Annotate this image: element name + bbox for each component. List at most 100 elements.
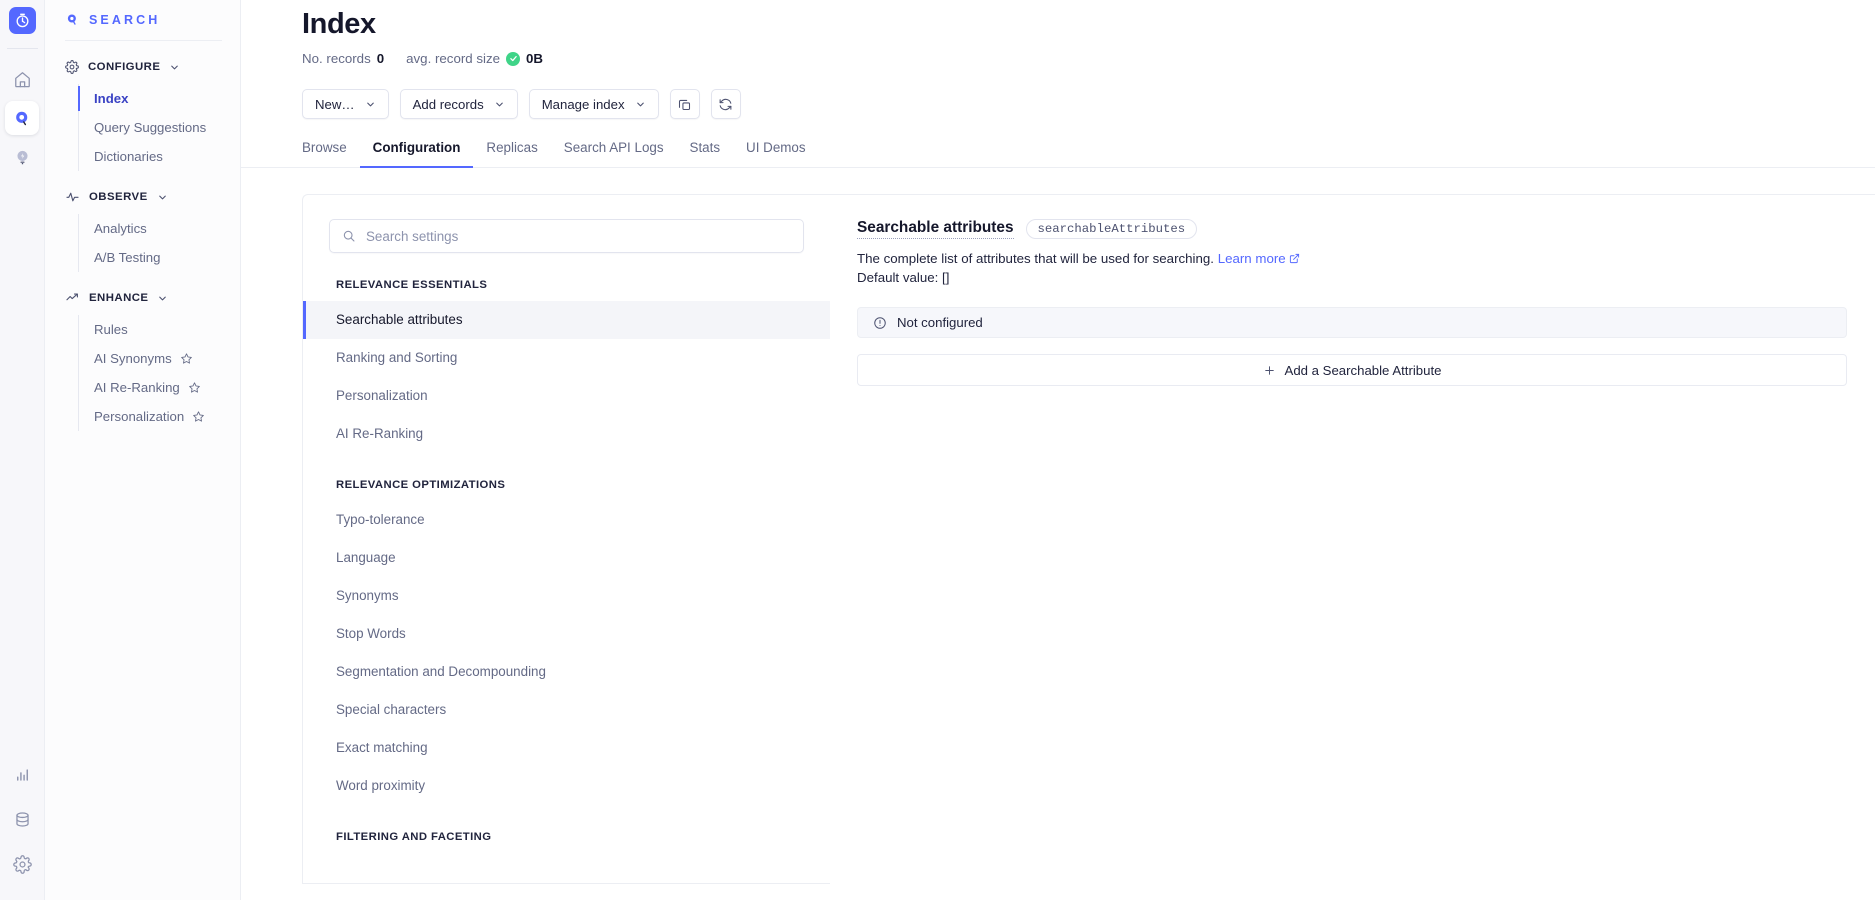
add-records-button[interactable]: Add records bbox=[399, 89, 518, 119]
add-searchable-attribute-label: Add a Searchable Attribute bbox=[1284, 362, 1442, 378]
refresh-icon bbox=[718, 97, 733, 112]
setting-detail-header: Searchable attributes searchableAttribut… bbox=[857, 219, 1847, 239]
algolia-logo-icon[interactable] bbox=[8, 7, 36, 34]
settings-search-input[interactable] bbox=[366, 228, 791, 244]
sidebar-group-header-observe[interactable]: OBSERVE bbox=[45, 190, 240, 204]
settings-section-title: RELEVANCE ESSENTIALS bbox=[336, 279, 488, 291]
setting-item-language[interactable]: Language bbox=[303, 539, 830, 577]
setting-item-synonyms[interactable]: Synonyms bbox=[303, 577, 830, 615]
avg-size-value: 0B bbox=[526, 51, 543, 66]
check-circle-icon bbox=[506, 51, 520, 66]
setting-item-word-proximity[interactable]: Word proximity bbox=[303, 767, 830, 805]
learn-more-link[interactable]: Learn more bbox=[1218, 251, 1286, 266]
chevron-down-icon bbox=[365, 99, 376, 110]
tab-configuration[interactable]: Configuration bbox=[359, 140, 474, 168]
setting-detail-description-text: The complete list of attributes that wil… bbox=[857, 251, 1214, 266]
setting-item-searchable-attributes[interactable]: Searchable attributes bbox=[303, 301, 830, 339]
star-icon[interactable] bbox=[188, 381, 201, 394]
setting-item-personalization[interactable]: Personalization bbox=[303, 377, 830, 415]
sidebar-item-ai-synonyms[interactable]: AI Synonyms bbox=[79, 344, 240, 373]
chevron-down-icon[interactable] bbox=[169, 62, 180, 73]
settings-panel: RELEVANCE ESSENTIALS Searchable attribut… bbox=[302, 194, 830, 884]
manage-index-button[interactable]: Manage index bbox=[528, 89, 659, 119]
sidebar-item-query-suggestions[interactable]: Query Suggestions bbox=[79, 113, 240, 142]
app-root: SEARCH CONFIGURE Index Query Suggestions… bbox=[0, 0, 1875, 900]
trend-up-icon bbox=[65, 291, 80, 305]
setting-item-stop-words[interactable]: Stop Words bbox=[303, 615, 830, 653]
setting-detail-description: The complete list of attributes that wil… bbox=[857, 249, 1847, 269]
sidebar-item-label: AI Synonyms bbox=[94, 351, 172, 366]
setting-item-exact-matching[interactable]: Exact matching bbox=[303, 729, 830, 767]
sidebar-item-analytics[interactable]: Analytics bbox=[79, 214, 240, 243]
sidebar-item-label: Analytics bbox=[94, 221, 147, 236]
gear-icon bbox=[65, 60, 79, 74]
sidebar-group-header-configure[interactable]: CONFIGURE bbox=[45, 60, 240, 74]
sidebar-item-dictionaries[interactable]: Dictionaries bbox=[79, 142, 240, 171]
setting-item-special-characters[interactable]: Special characters bbox=[303, 691, 830, 729]
rail-item-recommend[interactable] bbox=[5, 140, 39, 174]
tab-stats[interactable]: Stats bbox=[677, 140, 734, 168]
copy-button[interactable] bbox=[669, 89, 700, 119]
sidebar-items-enhance: Rules AI Synonyms AI Re-Ranking Personal… bbox=[78, 315, 240, 431]
sidebar-item-ab-testing[interactable]: A/B Testing bbox=[79, 243, 240, 272]
search-icon bbox=[342, 229, 356, 243]
new-button[interactable]: New… bbox=[302, 89, 389, 119]
rail-item-home[interactable] bbox=[5, 62, 39, 96]
add-searchable-attribute-button[interactable]: Add a Searchable Attribute bbox=[857, 354, 1847, 386]
rail-divider bbox=[6, 48, 38, 49]
new-button-label: New… bbox=[315, 96, 355, 112]
configuration-content: RELEVANCE ESSENTIALS Searchable attribut… bbox=[241, 168, 1875, 884]
sidebar-group-header-enhance[interactable]: ENHANCE bbox=[45, 291, 240, 305]
rail-item-settings[interactable] bbox=[6, 847, 40, 881]
chevron-down-icon[interactable] bbox=[157, 192, 168, 203]
index-stats: No. records 0 avg. record size 0B bbox=[302, 51, 1875, 66]
sidebar-group-configure: CONFIGURE Index Query Suggestions Dictio… bbox=[45, 60, 240, 171]
avg-size-label: avg. record size bbox=[406, 51, 500, 66]
pulse-icon bbox=[65, 190, 80, 204]
sidebar-items-configure: Index Query Suggestions Dictionaries bbox=[78, 84, 240, 171]
setting-item-ai-re-ranking[interactable]: AI Re-Ranking bbox=[303, 415, 830, 453]
chevron-down-icon bbox=[635, 99, 646, 110]
sidebar-item-index[interactable]: Index bbox=[78, 84, 240, 113]
setting-detail-title: Searchable attributes bbox=[857, 219, 1014, 239]
rail-item-analytics[interactable] bbox=[6, 757, 40, 791]
rail-bottom-group bbox=[0, 757, 45, 886]
manage-index-button-label: Manage index bbox=[541, 96, 625, 112]
tab-replicas[interactable]: Replicas bbox=[473, 140, 550, 168]
star-icon[interactable] bbox=[180, 352, 193, 365]
sidebar-item-label: Personalization bbox=[94, 409, 185, 424]
sidebar-group-label: OBSERVE bbox=[89, 191, 148, 203]
sidebar-group-enhance: ENHANCE Rules AI Synonyms AI Re-Ranking bbox=[45, 291, 240, 431]
external-link-icon[interactable] bbox=[1289, 253, 1300, 264]
rail-item-search[interactable] bbox=[5, 101, 39, 135]
settings-section-title: FILTERING AND FACETING bbox=[336, 831, 492, 843]
sidebar-item-personalization[interactable]: Personalization bbox=[79, 402, 240, 431]
info-circle-icon bbox=[873, 316, 887, 330]
settings-search-box[interactable] bbox=[329, 219, 804, 253]
setting-detail-default: Default value: [] bbox=[857, 270, 950, 285]
copy-icon bbox=[677, 97, 692, 112]
sidebar-item-ai-re-ranking[interactable]: AI Re-Ranking bbox=[79, 373, 240, 402]
sidebar-item-label: Rules bbox=[94, 322, 128, 337]
sidebar-item-rules[interactable]: Rules bbox=[79, 315, 240, 344]
sidebar-brand-label: SEARCH bbox=[89, 13, 161, 27]
status-badge-label: Not configured bbox=[897, 315, 983, 330]
sidebar-group-observe: OBSERVE Analytics A/B Testing bbox=[45, 190, 240, 272]
add-records-button-label: Add records bbox=[412, 96, 484, 112]
rail-item-data-sources[interactable] bbox=[6, 802, 40, 836]
tab-browse[interactable]: Browse bbox=[302, 140, 360, 168]
tab-ui-demos[interactable]: UI Demos bbox=[733, 140, 819, 168]
sidebar-brand[interactable]: SEARCH bbox=[45, 0, 240, 40]
setting-item-ranking-and-sorting[interactable]: Ranking and Sorting bbox=[303, 339, 830, 377]
setting-item-segmentation-and-decompounding[interactable]: Segmentation and Decompounding bbox=[303, 653, 830, 691]
setting-item-typo-tolerance[interactable]: Typo-tolerance bbox=[303, 501, 830, 539]
chevron-down-icon[interactable] bbox=[157, 293, 168, 304]
star-icon[interactable] bbox=[192, 410, 205, 423]
setting-detail-code: searchableAttributes bbox=[1025, 219, 1198, 239]
sidebar-item-label: Dictionaries bbox=[94, 149, 163, 164]
sidebar-group-label: ENHANCE bbox=[89, 292, 149, 304]
sidebar-items-observe: Analytics A/B Testing bbox=[78, 214, 240, 272]
tab-search-api-logs[interactable]: Search API Logs bbox=[551, 140, 677, 168]
refresh-button[interactable] bbox=[710, 89, 741, 119]
plus-icon bbox=[1263, 364, 1276, 377]
